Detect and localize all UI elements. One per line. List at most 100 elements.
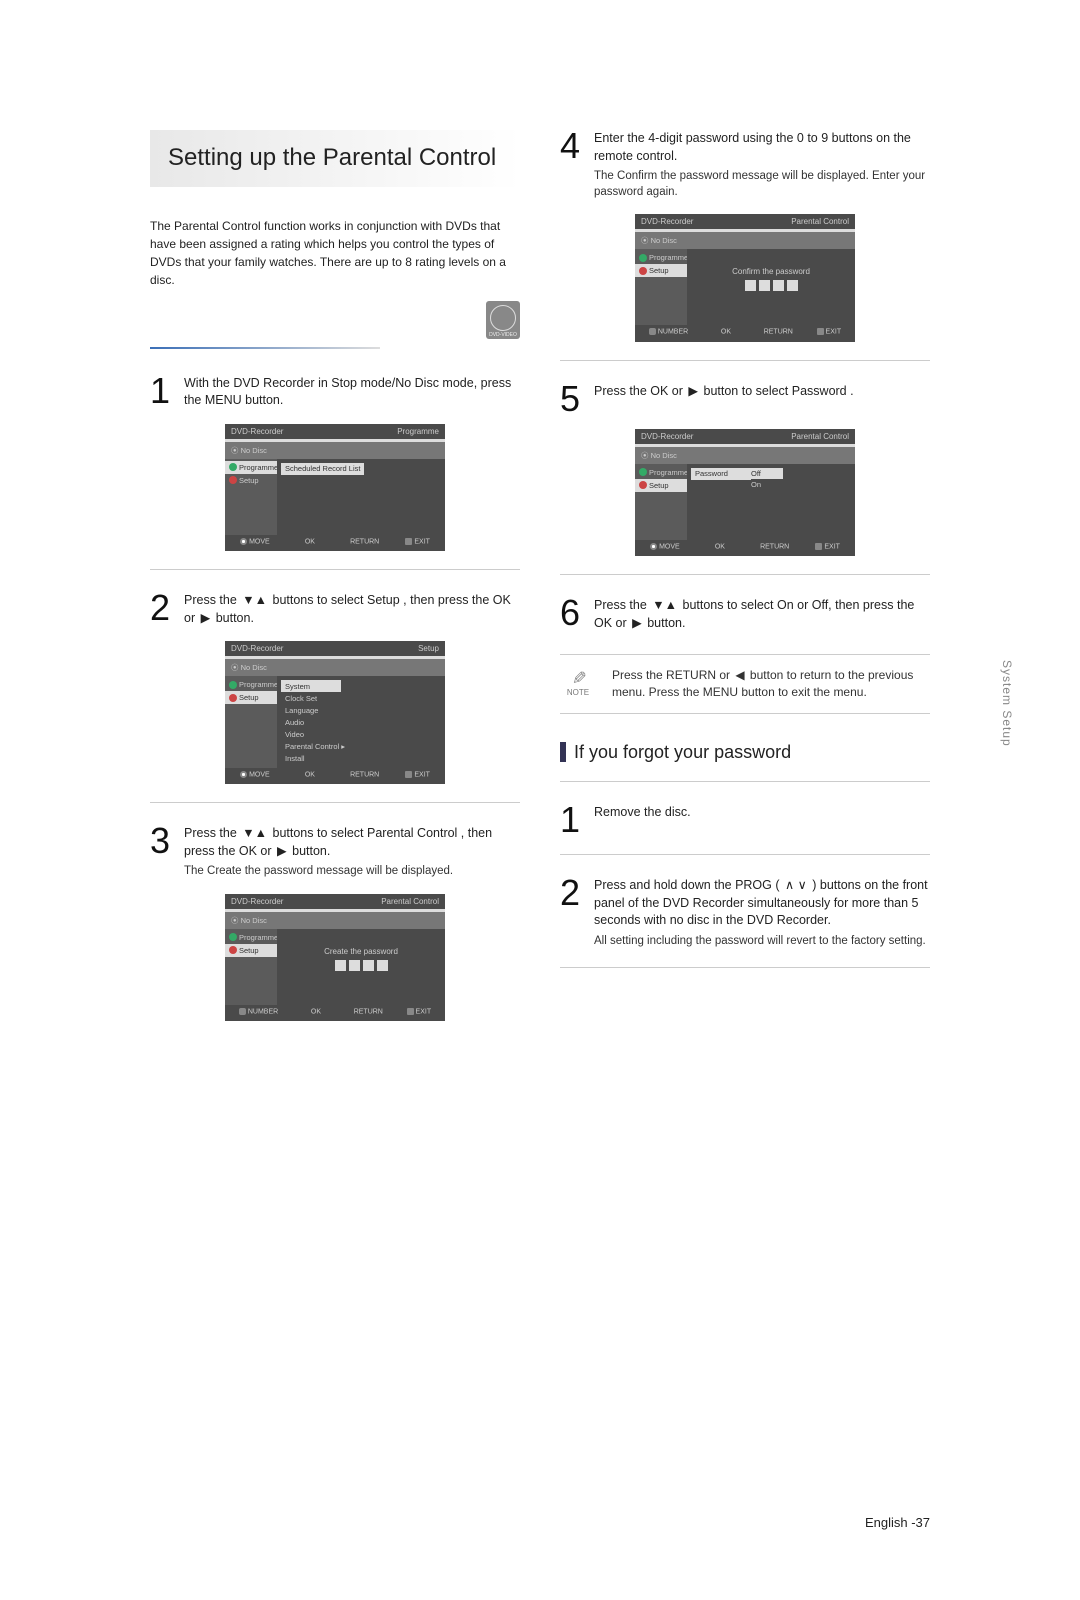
osd-status: ⦿ No Disc — [225, 659, 445, 676]
step-separator — [560, 574, 930, 575]
step-text: Press and hold down the PROG ( ∧ ∨ ) but… — [594, 877, 930, 949]
step: 6 Press the ▼▲ buttons to select On or O… — [560, 597, 930, 632]
osd-menu-item: Clock Set — [281, 692, 441, 704]
osd-footer-hints: NUMBER OK RETURN EXIT — [635, 325, 855, 337]
osd-nav-item: Programme — [225, 461, 277, 474]
osd-status: ⦿ No Disc — [635, 232, 855, 249]
osd-title-left: DVD-Recorder — [231, 427, 283, 436]
page-footer: English -37 — [865, 1515, 930, 1530]
password-boxes — [281, 960, 441, 971]
osd-status: ⦿ No Disc — [635, 447, 855, 464]
osd-title-right: Setup — [418, 644, 439, 653]
osd-title-left: DVD-Recorder — [231, 897, 283, 906]
osd-foot-hint: NUMBER — [649, 328, 688, 335]
gear-icon — [639, 267, 647, 275]
osd-foot-hint: RETURN — [755, 328, 793, 335]
step-number: 3 — [150, 825, 176, 879]
osd-nav-item: Programme — [225, 678, 277, 691]
heading-bar-icon — [560, 742, 566, 762]
osd-foot-hint: EXIT — [407, 1008, 432, 1015]
step: 1 With the DVD Recorder in Stop mode/No … — [150, 375, 520, 410]
gear-icon — [639, 481, 647, 489]
step-separator — [150, 569, 520, 570]
step-separator — [560, 360, 930, 361]
osd-prompt: Confirm the password — [691, 253, 851, 295]
step: 2 Press the ▼▲ buttons to select Setup ,… — [150, 592, 520, 627]
osd-menu-item: Password — [691, 468, 751, 480]
step-subtext: The Confirm the password message will be… — [594, 168, 930, 200]
osd-title-left: DVD-Recorder — [641, 217, 693, 226]
osd-dropdown: OffOn — [747, 468, 783, 490]
osd-foot-hint: MOVE — [240, 771, 270, 778]
gear-icon — [229, 476, 237, 484]
step-number: 5 — [560, 383, 586, 415]
arrow-icon: ▶ — [201, 611, 211, 625]
osd-nav: ProgrammeSetup — [225, 459, 277, 535]
osd-footer-hints: NUMBEROKRETURNEXIT — [225, 1005, 445, 1017]
play-icon — [229, 681, 237, 689]
arrow-icon: ▼▲ — [652, 598, 677, 612]
step: 4 Enter the 4-digit password using the 0… — [560, 130, 930, 200]
step-number: 1 — [150, 375, 176, 410]
osd-nav: ProgrammeSetup — [225, 676, 277, 768]
osd-nav-item: Programme — [635, 466, 687, 479]
osd-option: On — [747, 479, 783, 490]
step-text: Enter the 4-digit password using the 0 t… — [594, 130, 930, 200]
osd-nav-item: Programme — [225, 931, 277, 944]
osd-screenshot: DVD-RecorderProgramme ⦿ No Disc Programm… — [225, 424, 445, 551]
step-separator — [560, 781, 930, 782]
osd-content: Scheduled Record List — [277, 459, 445, 535]
right-column: 4 Enter the 4-digit password using the 0… — [560, 130, 930, 1021]
osd-foot-hint: OK — [712, 328, 731, 335]
intro-text: The Parental Control function works in c… — [150, 217, 520, 289]
step-text: Press the ▼▲ buttons to select On or Off… — [594, 597, 930, 632]
step-text: With the DVD Recorder in Stop mode/No Di… — [184, 375, 520, 410]
arrow-icon: ▼▲ — [242, 826, 267, 840]
dvd-video-badge-icon — [486, 301, 520, 339]
section-divider — [150, 347, 380, 349]
step-number: 2 — [150, 592, 176, 627]
play-icon — [639, 254, 647, 262]
arrow-icon: ▶ — [688, 384, 698, 398]
note-block: NOTE Press the RETURN or ◀ button to ret… — [560, 654, 930, 714]
step: 2 Press and hold down the PROG ( ∧ ∨ ) b… — [560, 877, 930, 949]
step-subtext: All setting including the password will … — [594, 933, 930, 949]
osd-foot-hint: OK — [706, 543, 725, 550]
osd-foot-hint: EXIT — [817, 328, 842, 335]
play-icon — [639, 468, 647, 476]
osd-foot-hint: RETURN — [345, 1008, 383, 1015]
osd-foot-hint: MOVE — [650, 543, 680, 550]
osd-menu-item: Parental Control ▸ — [281, 740, 441, 752]
note-text: Press the RETURN or ◀ button to return t… — [612, 667, 930, 701]
osd-nav-item: Setup — [635, 264, 687, 277]
step: 3 Press the ▼▲ buttons to select Parenta… — [150, 825, 520, 879]
osd-screenshot: DVD-RecorderParental Control ⦿ No Disc P… — [635, 214, 855, 341]
osd-foot-hint: RETURN — [341, 771, 379, 778]
arrow-icon: ◀ — [735, 668, 744, 682]
arrow-icon: ▼▲ — [242, 593, 267, 607]
osd-menu-item: Install — [281, 752, 441, 764]
osd-foot-hint: EXIT — [405, 538, 430, 545]
osd-menu-item: Scheduled Record List — [281, 463, 364, 475]
osd-prompt: Create the password — [281, 933, 441, 975]
arrow-icon: ▶ — [632, 616, 642, 630]
step-text: Press the ▼▲ buttons to select Setup , t… — [184, 592, 520, 627]
osd-menu-item: System — [281, 680, 341, 692]
osd-screenshot: DVD-RecorderParental Control ⦿ No Disc P… — [225, 894, 445, 1021]
osd-content: Confirm the password — [687, 249, 855, 325]
step-subtext: The Create the password message will be … — [184, 863, 520, 879]
step-text: Press the ▼▲ buttons to select Parental … — [184, 825, 520, 879]
arrow-icon: ∧ ∨ — [785, 878, 807, 892]
osd-foot-hint: MOVE — [240, 538, 270, 545]
side-section-label: System Setup — [1000, 660, 1014, 747]
play-icon — [229, 933, 237, 941]
osd-foot-hint: EXIT — [405, 771, 430, 778]
osd-nav: ProgrammeSetup — [635, 249, 687, 325]
osd-menu-item: Language — [281, 704, 441, 716]
osd-title-right: Parental Control — [381, 897, 439, 906]
page-title-block: Setting up the Parental Control — [150, 130, 520, 187]
osd-option: Off — [747, 468, 783, 479]
page-content: Setting up the Parental Control The Pare… — [150, 130, 930, 1021]
step-text: Remove the disc. — [594, 804, 930, 836]
step-number: 2 — [560, 877, 586, 949]
